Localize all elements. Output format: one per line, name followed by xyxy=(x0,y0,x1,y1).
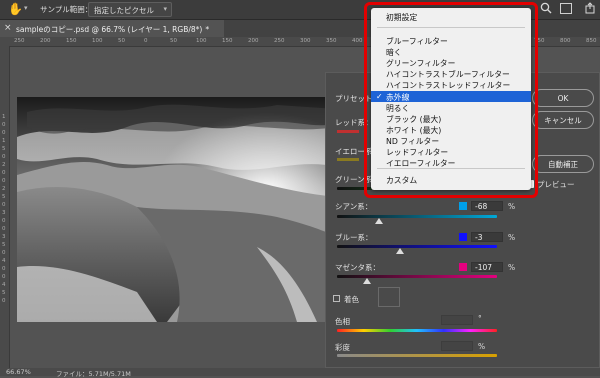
ruler-tick-label: 0 xyxy=(144,38,148,44)
ruler-tick-label: 2 xyxy=(2,186,6,192)
modified-indicator: * xyxy=(205,25,210,34)
tint-label: 着色 xyxy=(344,295,359,304)
highlight-frame xyxy=(364,2,538,198)
blue-value-input[interactable]: -3 xyxy=(471,232,503,242)
ruler-tick-label: 0 xyxy=(2,266,6,272)
blue-percent: % xyxy=(508,233,516,242)
ruler-tick-label: 1 xyxy=(2,138,6,144)
tint-checkbox[interactable] xyxy=(333,295,340,302)
blue-slider-thumb[interactable] xyxy=(396,248,405,254)
ruler-tick-label: 0 xyxy=(2,218,6,224)
chevron-down-icon: ▾ xyxy=(163,5,167,13)
ruler-tick-label: 2 xyxy=(2,162,6,168)
ruler-tick-label: 800 xyxy=(560,38,571,44)
cyan-slider-thumb[interactable] xyxy=(375,218,384,224)
ruler-tick-label: 200 xyxy=(248,38,259,44)
ruler-tick-label: 5 xyxy=(2,242,6,248)
saturation-value-input xyxy=(441,341,473,351)
ruler-tick-label: 3 xyxy=(2,234,6,240)
close-icon[interactable]: × xyxy=(4,23,12,33)
blue-swatch xyxy=(459,233,467,241)
canvas-photo xyxy=(17,97,337,322)
ruler-tick-label: 0 xyxy=(2,226,6,232)
hue-unit: ° xyxy=(478,314,482,323)
ruler-tick-label: 50 xyxy=(118,38,125,44)
ruler-tick-label: 5 xyxy=(2,194,6,200)
ruler-tick-label: 0 xyxy=(2,122,6,128)
ruler-tick-label: 100 xyxy=(92,38,103,44)
cyan-percent: % xyxy=(508,202,516,211)
preview-label: プレビュー xyxy=(537,180,575,189)
ruler-tick-label: 50 xyxy=(170,38,177,44)
search-icon[interactable] xyxy=(540,2,552,14)
ruler-tick-label: 300 xyxy=(300,38,311,44)
auto-button[interactable]: 自動補正 xyxy=(532,155,594,173)
ok-button[interactable]: OK xyxy=(532,89,594,107)
hue-value-input xyxy=(441,315,473,325)
ruler-tick-label: 4 xyxy=(2,258,6,264)
ruler-tick-label: 0 xyxy=(2,274,6,280)
ruler-tick-label: 350 xyxy=(326,38,337,44)
cyan-value-input[interactable]: -68 xyxy=(471,201,503,211)
ruler-tick-label: 0 xyxy=(2,170,6,176)
ruler-tick-label: 3 xyxy=(2,210,6,216)
magenta-value-input[interactable]: -107 xyxy=(471,262,503,272)
cancel-button[interactable]: キャンセル xyxy=(532,111,594,129)
chevron-down-icon[interactable]: ▾ xyxy=(24,4,28,12)
workspace-icon[interactable] xyxy=(560,3,572,14)
ruler-tick-label: 0 xyxy=(2,130,6,136)
file-size: ファイル：5.71M/5.71M xyxy=(56,370,131,378)
ruler-tick-label: 0 xyxy=(2,202,6,208)
ruler-tick-label: 250 xyxy=(14,38,25,44)
document-tab-title: sampleのコピー.psd @ 66.7% (レイヤー 1, RGB/8*) xyxy=(16,25,203,34)
hue-label: 色相 xyxy=(335,317,350,326)
sample-range-label: サンプル範囲： xyxy=(40,5,93,14)
zoom-level[interactable]: 66.67% xyxy=(6,368,31,376)
ruler-tick-label: 0 xyxy=(2,178,6,184)
cyan-label: シアン系： xyxy=(335,202,373,211)
magenta-percent: % xyxy=(508,263,516,272)
vertical-ruler: 1 0 0 1 5 0 2 0 0 2 5 0 3 0 0 3 5 0 4 0 0 4 5 0 xyxy=(0,46,10,368)
ruler-tick-label: 150 xyxy=(66,38,77,44)
saturation-unit: % xyxy=(478,342,486,351)
hand-tool-icon[interactable]: ✋ xyxy=(8,2,23,16)
sample-range-value: 指定したピクセル xyxy=(94,6,154,15)
hue-slider-track xyxy=(337,329,497,332)
ruler-tick-label: 4 xyxy=(2,282,6,288)
ruler-tick-label: 0 xyxy=(2,298,6,304)
saturation-slider-track xyxy=(337,354,497,357)
cyan-swatch xyxy=(459,202,467,210)
ruler-tick-label: 1 xyxy=(2,114,6,120)
red-slider-track[interactable] xyxy=(337,130,359,133)
ruler-tick-label: 0 xyxy=(2,154,6,160)
ruler-tick-label: 0 xyxy=(2,250,6,256)
ruler-tick-label: 5 xyxy=(2,146,6,152)
ruler-tick-label: 100 xyxy=(196,38,207,44)
ruler-tick-label: 150 xyxy=(222,38,233,44)
ruler-tick-label: 200 xyxy=(40,38,51,44)
blue-slider-track[interactable] xyxy=(337,245,497,248)
magenta-swatch xyxy=(459,263,467,271)
magenta-slider-thumb[interactable] xyxy=(362,278,371,284)
ruler-tick-label: 5 xyxy=(2,290,6,296)
magenta-label: マゼンタ系： xyxy=(335,263,380,272)
ruler-tick-label: 400 xyxy=(352,38,363,44)
share-icon[interactable] xyxy=(584,2,596,14)
tint-color-swatch[interactable] xyxy=(378,287,400,307)
yellow-slider-track[interactable] xyxy=(337,158,359,161)
blue-label: ブルー系： xyxy=(335,233,373,242)
sample-range-select[interactable]: 指定したピクセル ▾ xyxy=(88,2,172,17)
cyan-slider-track[interactable] xyxy=(337,215,497,218)
ruler-tick-label: 250 xyxy=(274,38,285,44)
ruler-tick-label: 850 xyxy=(586,38,597,44)
saturation-label: 彩度 xyxy=(335,343,350,352)
magenta-slider-track[interactable] xyxy=(337,275,497,278)
